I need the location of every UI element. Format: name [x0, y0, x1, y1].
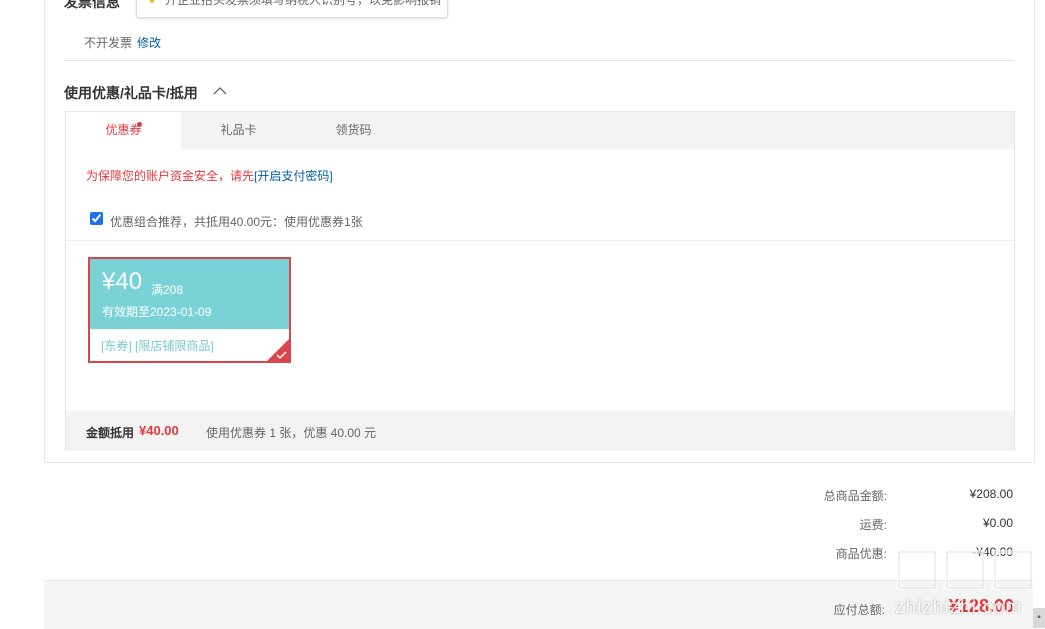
watermark-logo-icon	[897, 550, 1033, 590]
combo-recommend-text: 优惠组合推荐，共抵用40.00元：使用优惠券1张	[110, 215, 363, 229]
coupon-summary-bar: 金额抵用 ¥40.00 使用优惠券 1 张，优惠 40.00 元	[66, 411, 1014, 451]
coupon-tags: [东券] [限店铺限商品]	[101, 339, 214, 353]
payable-bar: 应付总额: ¥128.00	[44, 580, 1033, 629]
invoice-tooltip-text: 开企业抬头发票须填写纳税人识别号，以免影响报销	[165, 0, 442, 7]
invoice-section-title: 发票信息	[64, 0, 120, 10]
invoice-status: 不开发票	[84, 36, 133, 50]
tab-pickup-code[interactable]: 领货码	[296, 112, 411, 150]
scroll-corner: ▪	[1033, 608, 1045, 628]
tab-gift-cards-label: 礼品卡	[220, 123, 257, 137]
total-row-goods: 总商品金额: ¥208.00	[700, 487, 1015, 507]
coupon-section-title[interactable]: 使用优惠/礼品卡/抵用	[64, 83, 198, 103]
goods-total-value: ¥208.00	[969, 487, 1013, 501]
new-dot-badge	[137, 122, 142, 127]
tab-coupons[interactable]: 优惠券	[66, 112, 181, 150]
divider	[66, 240, 1014, 241]
total-row-shipping: 运费: ¥0.00	[700, 516, 1015, 536]
combo-recommend-checkbox[interactable]	[90, 212, 103, 225]
lightbulb-icon	[150, 0, 154, 3]
tab-pickup-code-label: 领货码	[335, 123, 372, 137]
enable-pay-password-link[interactable]: [开启支付密码]	[254, 169, 333, 183]
summary-description: 使用优惠券 1 张，优惠 40.00 元	[206, 426, 377, 440]
checkmark-icon	[276, 351, 287, 360]
security-tip-text: 为保障您的账户资金安全，请先	[86, 169, 255, 183]
coupon-tab-panel: 优惠券 礼品卡 领货码 为保障您的账户资金安全，请先[开启支付密码] 优惠组合推…	[65, 111, 1015, 451]
invoice-edit-link[interactable]: 修改	[137, 34, 161, 51]
watermark-text: zhizhizhi.com	[895, 597, 1023, 618]
shipping-value: ¥0.00	[982, 516, 1013, 530]
summary-label: 金额抵用	[86, 426, 135, 440]
payable-label: 应付总额:	[833, 603, 885, 617]
coupon-amount: ¥40	[102, 268, 143, 295]
coupon-tab-bar: 优惠券 礼品卡 领货码	[66, 112, 1014, 150]
chevron-up-icon[interactable]	[212, 84, 228, 98]
tab-gift-cards[interactable]: 礼品卡	[181, 112, 296, 150]
coupon-expiry: 有效期至2023-01-09	[102, 305, 212, 319]
summary-amount: ¥40.00	[139, 423, 179, 438]
invoice-tooltip: 开企业抬头发票须填写纳税人识别号，以免影响报销	[136, 0, 448, 18]
coupon-card-header: ¥40 满208 有效期至2023-01-09	[90, 259, 289, 329]
coupon-condition: 满208	[151, 283, 184, 297]
divider	[64, 60, 1014, 61]
shipping-label: 运费:	[859, 518, 887, 532]
coupon-card[interactable]: ¥40 满208 有效期至2023-01-09 [东券] [限店铺限商品]	[88, 257, 291, 363]
discount-label: 商品优惠:	[835, 547, 887, 561]
security-tip: 为保障您的账户资金安全，请先[开启支付密码]	[86, 167, 333, 184]
goods-total-label: 总商品金额:	[823, 489, 887, 503]
